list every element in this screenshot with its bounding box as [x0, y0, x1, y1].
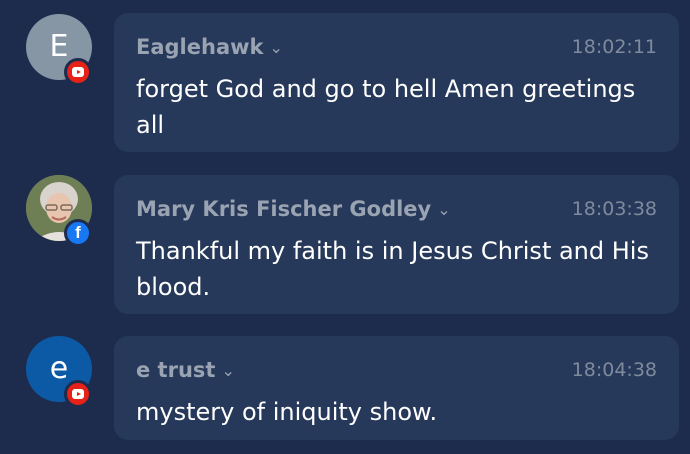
message-bubble: e trust ⌄ 18:04:38 mystery of iniquity sh… [114, 336, 679, 440]
timestamp: 18:03:38 [571, 198, 657, 220]
author-label: e trust [136, 358, 216, 382]
author-name[interactable]: e trust ⌄ [136, 356, 235, 385]
message-text: forget God and go to hell Amen greetings… [136, 75, 636, 139]
youtube-icon [64, 380, 92, 408]
chevron-down-icon[interactable]: ⌄ [269, 34, 282, 62]
avatar-initial: e [49, 351, 69, 386]
avatar-initial: E [49, 29, 69, 64]
facebook-icon: f [64, 219, 92, 247]
message-text: Thankful my faith is in Jesus Christ and… [136, 237, 649, 301]
chevron-down-icon[interactable]: ⌄ [221, 357, 234, 385]
timestamp: 18:04:38 [571, 359, 657, 381]
chevron-down-icon[interactable]: ⌄ [437, 196, 450, 224]
author-label: Eaglehawk [136, 35, 264, 59]
author-label: Mary Kris Fischer Godley [136, 197, 432, 221]
message-text: mystery of iniquity show. [136, 398, 438, 426]
message-bubble: Mary Kris Fischer Godley ⌄ 18:03:38 Thank… [114, 175, 679, 314]
timestamp: 18:02:11 [571, 36, 657, 58]
message-bubble: Eaglehawk ⌄ 18:02:11 forget God and go to… [114, 13, 679, 152]
author-name[interactable]: Mary Kris Fischer Godley ⌄ [136, 195, 451, 224]
author-name[interactable]: Eaglehawk ⌄ [136, 33, 283, 62]
youtube-icon [64, 58, 92, 86]
